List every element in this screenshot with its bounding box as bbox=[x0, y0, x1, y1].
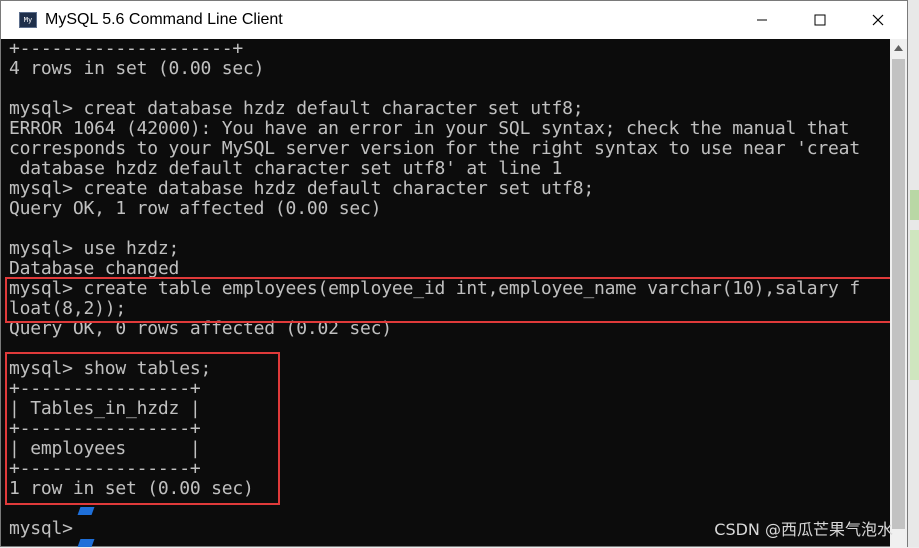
close-icon bbox=[872, 14, 884, 26]
terminal-line: mysql> use hzdz; bbox=[9, 238, 180, 259]
terminal-line: +----------------+ bbox=[9, 378, 201, 399]
terminal-line: +----------------+ bbox=[9, 418, 201, 439]
terminal-line: | Tables_in_hzdz | bbox=[9, 398, 201, 419]
terminal-output[interactable]: +--------------------+ 4 rows in set (0.… bbox=[9, 39, 891, 548]
terminal-line: Query OK, 0 rows affected (0.02 sec) bbox=[9, 318, 392, 339]
terminal-line: mysql> create table employees(employee_i… bbox=[9, 278, 860, 299]
background-window-edge bbox=[908, 0, 919, 547]
close-button[interactable] bbox=[849, 1, 907, 39]
mysql-client-window: My MySQL 5.6 Command Line Client +------… bbox=[0, 0, 908, 548]
maximize-button[interactable] bbox=[791, 1, 849, 39]
terminal-line: mysql> show tables; bbox=[9, 358, 212, 379]
terminal-line: 1 row in set (0.00 sec) bbox=[9, 478, 254, 499]
maximize-icon bbox=[814, 14, 826, 26]
terminal-line: +----------------+ bbox=[9, 458, 201, 479]
terminal-line: Query OK, 1 row affected (0.00 sec) bbox=[9, 198, 382, 219]
vertical-scrollbar[interactable] bbox=[890, 39, 907, 548]
annotation-marker bbox=[77, 539, 95, 547]
minimize-button[interactable] bbox=[733, 1, 791, 39]
window-controls bbox=[733, 1, 907, 39]
terminal-line: Database changed bbox=[9, 258, 180, 279]
mysql-console-icon: My bbox=[19, 12, 37, 28]
terminal-line: corresponds to your MySQL server version… bbox=[9, 138, 860, 159]
minimize-icon bbox=[757, 19, 767, 21]
watermark: CSDN @西瓜芒果气泡水 bbox=[714, 520, 893, 539]
scrollbar-thumb[interactable] bbox=[892, 59, 905, 529]
terminal-line: ERROR 1064 (42000): You have an error in… bbox=[9, 118, 850, 139]
terminal-line: 4 rows in set (0.00 sec) bbox=[9, 58, 265, 79]
annotation-marker bbox=[77, 507, 95, 515]
terminal-line: loat(8,2)); bbox=[9, 298, 127, 319]
terminal-line: +--------------------+ bbox=[9, 39, 244, 59]
chevron-up-icon bbox=[894, 44, 903, 51]
title-bar[interactable]: My MySQL 5.6 Command Line Client bbox=[1, 1, 907, 39]
terminal-line: database hzdz default character set utf8… bbox=[9, 158, 563, 179]
scroll-up-button[interactable] bbox=[890, 39, 907, 56]
background-band bbox=[910, 230, 919, 380]
window-title: MySQL 5.6 Command Line Client bbox=[45, 11, 283, 28]
background-band bbox=[910, 190, 919, 220]
terminal-line: mysql> create database hzdz default char… bbox=[9, 178, 595, 199]
terminal-line: | employees | bbox=[9, 438, 201, 459]
terminal-line: mysql> creat database hzdz default chara… bbox=[9, 98, 584, 119]
